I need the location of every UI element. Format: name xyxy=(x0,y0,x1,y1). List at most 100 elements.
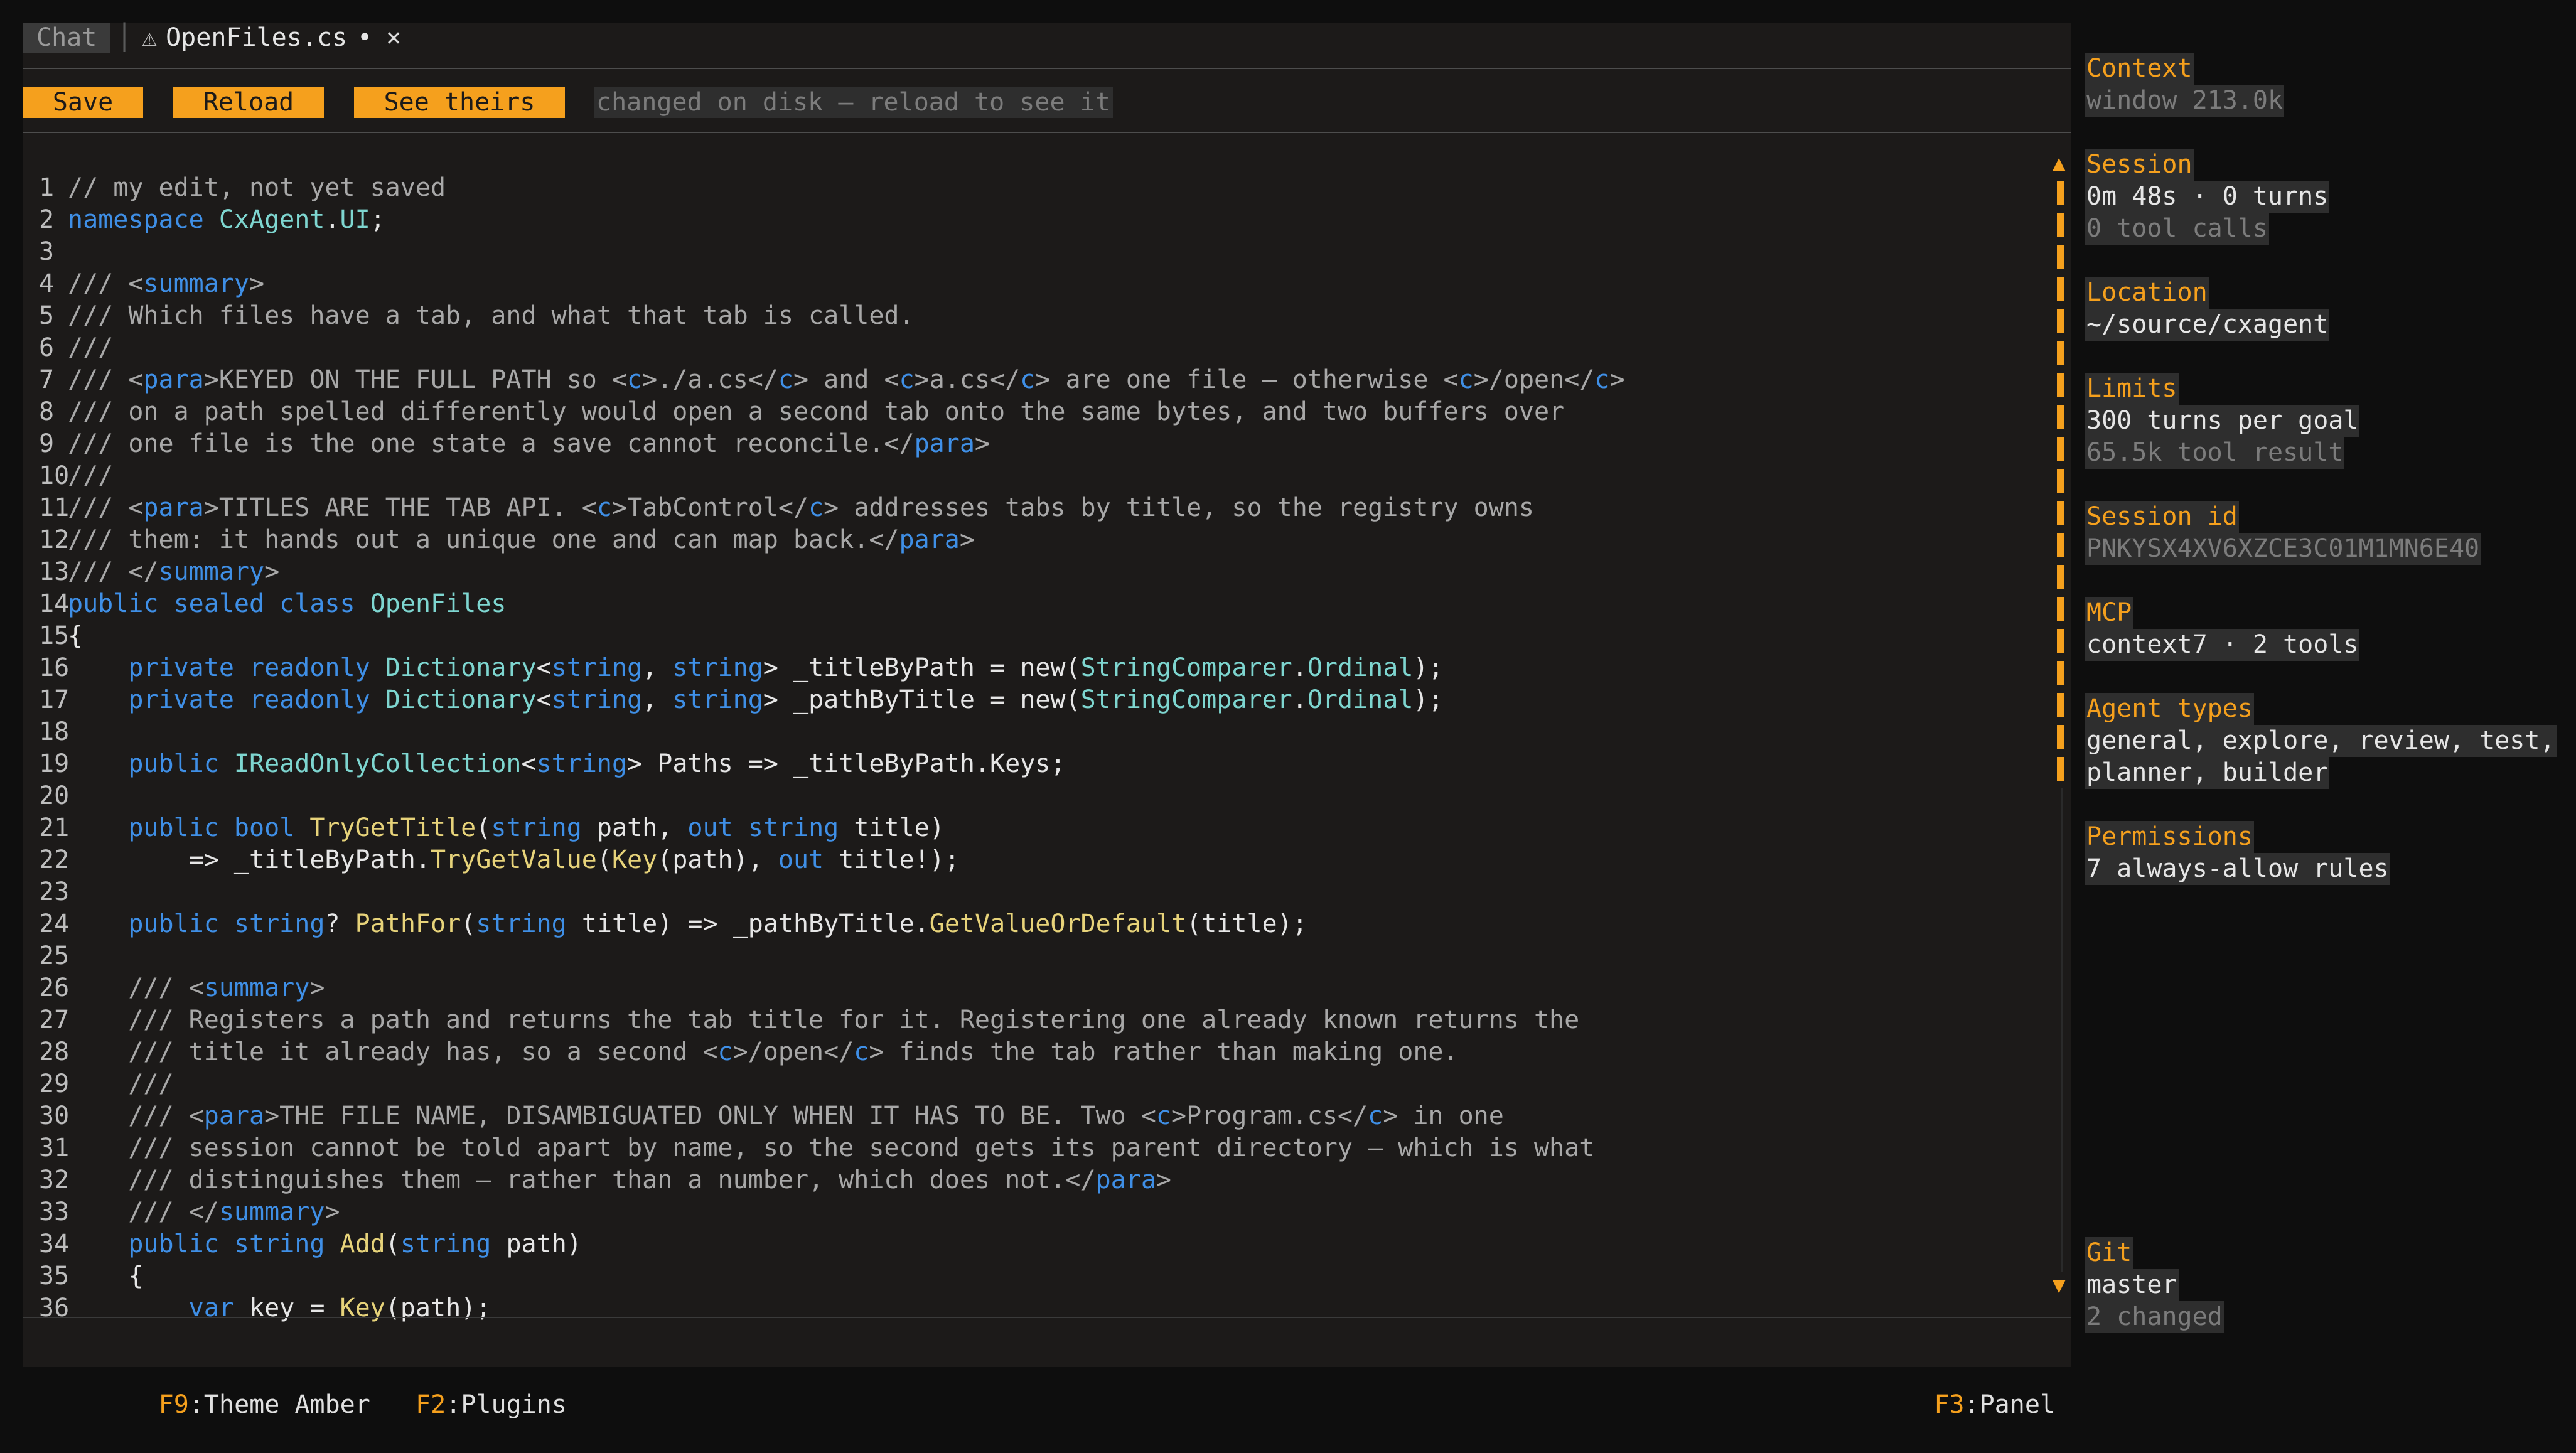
status-divider xyxy=(23,1317,2071,1318)
code-token: c xyxy=(1594,365,1610,394)
panel-scrollbar-thumb[interactable] xyxy=(2057,181,2064,788)
code-token: /// </ xyxy=(68,557,159,586)
tab-bar: Chat │ ⚠ OpenFiles.cs • × xyxy=(23,23,2071,68)
code-line[interactable]: 6/// xyxy=(23,332,2044,364)
code-line[interactable]: 22 => _titleByPath.TryGetValue(Key(path)… xyxy=(23,844,2044,876)
mcp-section: MCP context7 · 2 tools xyxy=(2085,597,2360,661)
code-line[interactable]: 10/// xyxy=(23,460,2044,492)
code-line[interactable]: 7/// <para>KEYED ON THE FULL PATH so <c>… xyxy=(23,364,2044,396)
code-line[interactable]: 9/// one file is the one state a save ca… xyxy=(23,428,2044,460)
code-token: . xyxy=(325,205,340,234)
code-line[interactable]: 28 /// title it already has, so a second… xyxy=(23,1036,2044,1068)
plugins-key: F2 xyxy=(416,1390,446,1419)
code-line[interactable]: 15{ xyxy=(23,620,2044,652)
code-token: c xyxy=(1156,1102,1172,1130)
code-text: /// xyxy=(68,460,113,492)
code-line[interactable]: 35 { xyxy=(23,1260,2044,1292)
code-line[interactable]: 12/// them: it hands out a unique one an… xyxy=(23,524,2044,556)
conflict-toolbar: Save Reload See theirs changed on disk —… xyxy=(23,87,2071,119)
code-line[interactable]: 1// my edit, not yet saved xyxy=(23,172,2044,204)
close-icon[interactable]: × xyxy=(386,23,401,52)
code-text: private readonly Dictionary<string, stri… xyxy=(68,684,1443,716)
code-line[interactable]: 34 public string Add(string path) xyxy=(23,1228,2044,1260)
code-line[interactable]: 16 private readonly Dictionary<string, s… xyxy=(23,652,2044,684)
code-line[interactable]: 27 /// Registers a path and returns the … xyxy=(23,1004,2044,1036)
code-token: /// xyxy=(68,461,114,490)
code-line[interactable]: 31 /// session cannot be told apart by n… xyxy=(23,1132,2044,1164)
context-section: Context window 213.0k xyxy=(2085,53,2285,117)
code-line[interactable]: 36 var key = Key(path); xyxy=(23,1292,2044,1324)
code-line[interactable]: 25 xyxy=(23,940,2044,972)
code-text: public bool TryGetTitle(string path, out… xyxy=(68,812,945,844)
code-line[interactable]: 14 public sealed class OpenFiles xyxy=(23,588,2044,620)
code-token: var xyxy=(188,1294,234,1322)
code-line[interactable]: 2 namespace CxAgent.UI; xyxy=(23,204,2044,236)
code-line[interactable]: 19 public IReadOnlyCollection<string> Pa… xyxy=(23,748,2044,780)
code-token: para xyxy=(914,429,975,458)
code-line[interactable]: 24 public string? PathFor(string title) … xyxy=(23,908,2044,940)
code-token: (path); xyxy=(385,1294,491,1322)
code-token: title!); xyxy=(824,845,960,874)
line-number: 20 xyxy=(39,781,70,810)
theme-shortcut[interactable]: F9:Theme Amber xyxy=(159,1390,370,1419)
code-line[interactable]: 8/// on a path spelled differently would… xyxy=(23,396,2044,428)
tab-openfiles[interactable]: ⚠ OpenFiles.cs • × xyxy=(142,23,401,53)
code-token: Add xyxy=(340,1230,385,1258)
plugins-shortcut[interactable]: F2:Plugins xyxy=(416,1390,567,1419)
code-editor[interactable]: 1// my edit, not yet saved 2 namespace CxA… xyxy=(23,172,2044,1324)
context-heading: Context xyxy=(2085,53,2194,85)
code-token: para xyxy=(1095,1166,1156,1194)
code-line[interactable]: 23 xyxy=(23,876,2044,908)
code-token: /// < xyxy=(128,973,204,1002)
see-theirs-button[interactable]: See theirs xyxy=(354,87,565,118)
code-line[interactable]: 11/// <para>TITLES ARE THE TAB API. <c>T… xyxy=(23,492,2044,524)
code-line[interactable]: 32 /// distinguishes them — rather than … xyxy=(23,1164,2044,1196)
git-changed: 2 changed xyxy=(2085,1301,2224,1333)
code-token: /// < xyxy=(68,365,144,394)
code-line[interactable]: 18 xyxy=(23,716,2044,748)
reload-button[interactable]: Reload xyxy=(173,87,324,118)
panel-shortcut[interactable]: F3:Panel xyxy=(1934,1390,2055,1419)
code-line[interactable]: 30 /// <para>THE FILE NAME, DISAMBIGUATE… xyxy=(23,1100,2044,1132)
code-token: (path), xyxy=(657,845,778,874)
code-line[interactable]: 13/// </summary> xyxy=(23,556,2044,588)
code-token: string xyxy=(491,813,582,842)
code-token: Dictionary xyxy=(385,685,537,714)
code-token: Ordinal xyxy=(1307,685,1414,714)
code-token: > xyxy=(325,1198,340,1226)
code-line[interactable]: 21 public bool TryGetTitle(string path, … xyxy=(23,812,2044,844)
code-line[interactable]: 17 private readonly Dictionary<string, s… xyxy=(23,684,2044,716)
code-token: private xyxy=(128,685,234,714)
code-line[interactable]: 3 xyxy=(23,236,2044,268)
code-token: public xyxy=(128,813,219,842)
scroll-down-icon[interactable]: ▼ xyxy=(2053,1273,2065,1298)
code-line[interactable]: 29 /// xyxy=(23,1068,2044,1100)
line-number: 25 xyxy=(39,941,70,970)
code-text: public string Add(string path) xyxy=(68,1228,582,1260)
code-token: => _titleByPath. xyxy=(68,845,431,874)
code-token: >/open</ xyxy=(733,1037,854,1066)
tab-chat[interactable]: Chat xyxy=(23,23,111,53)
code-text: public string? PathFor(string title) => … xyxy=(68,908,1307,940)
panel-scrollbar-track[interactable] xyxy=(2061,788,2063,1272)
code-line[interactable]: 33 /// </summary> xyxy=(23,1196,2044,1228)
code-line[interactable]: 26 /// <summary> xyxy=(23,972,2044,1004)
code-line[interactable]: 20 xyxy=(23,780,2044,812)
session-tool-calls: 0 tool calls xyxy=(2085,213,2269,245)
code-token: > _pathByTitle = new( xyxy=(763,685,1081,714)
code-line[interactable]: 5/// Which files have a tab, and what th… xyxy=(23,300,2044,332)
scroll-up-icon[interactable]: ▲ xyxy=(2053,151,2065,176)
save-button[interactable]: Save xyxy=(23,87,143,118)
code-line[interactable]: 4/// <summary> xyxy=(23,268,2044,300)
code-token: readonly xyxy=(249,653,370,682)
